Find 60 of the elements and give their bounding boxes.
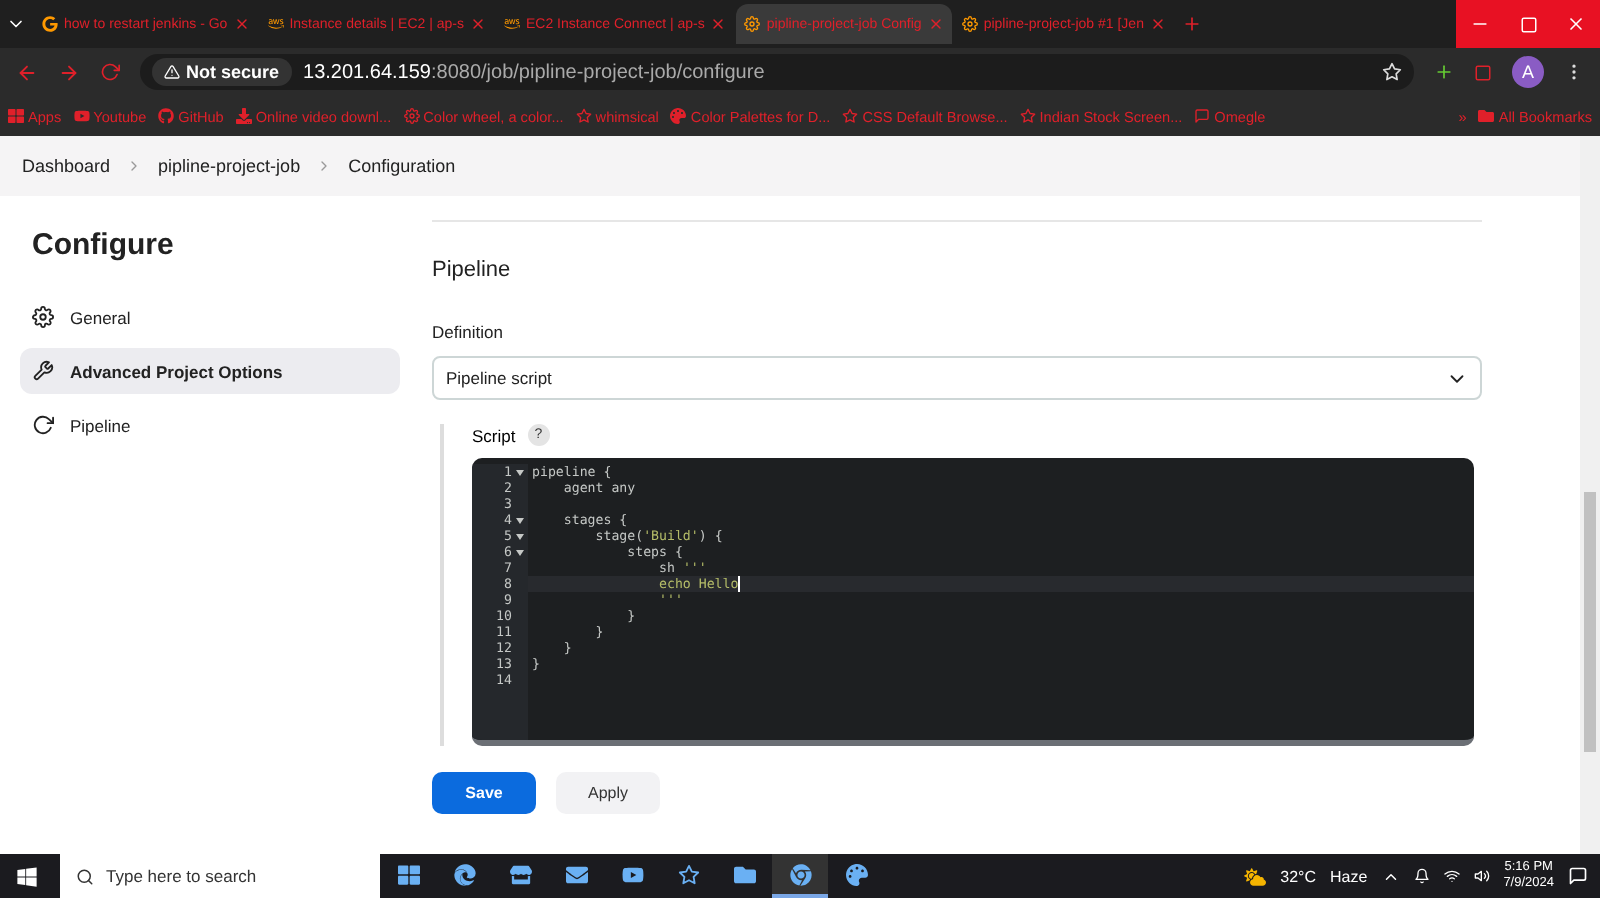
- reload-icon[interactable]: [100, 62, 120, 82]
- restore-icon: [1519, 15, 1537, 33]
- weather-text: Haze: [1330, 867, 1368, 885]
- volume-icon[interactable]: [1473, 868, 1490, 884]
- address-bar[interactable]: Not secure 13.201.64.159:8080/job/pipline-project-job/configure: [140, 54, 1414, 90]
- new-tab-icon[interactable]: [1181, 14, 1202, 34]
- field-label: Script: [472, 425, 516, 445]
- fold-arrow-icon[interactable]: [516, 469, 524, 475]
- warning-icon: [164, 64, 180, 80]
- wifi-icon[interactable]: [1443, 868, 1460, 884]
- close-icon[interactable]: [1149, 16, 1166, 32]
- play-icon: [73, 108, 90, 124]
- temperature-text: 32°C: [1280, 867, 1316, 885]
- fold-arrow-icon[interactable]: [516, 517, 524, 523]
- close-icon: [1566, 14, 1586, 34]
- star-icon: [1019, 108, 1036, 124]
- sidebar-item[interactable]: Pipeline: [20, 402, 400, 448]
- field-label: Definition: [432, 322, 505, 342]
- profile-avatar[interactable]: A: [1512, 56, 1544, 88]
- breadcrumb-link[interactable]: Configuration: [348, 156, 456, 176]
- url-text: 13.201.64.159:8080/job/pipline-project-job/configure: [303, 61, 765, 83]
- fold-arrow-icon[interactable]: [516, 549, 524, 555]
- fold-arrow-icon[interactable]: [516, 533, 524, 539]
- back-icon[interactable]: [16, 61, 38, 83]
- definition-select[interactable]: Pipeline script: [432, 356, 1482, 400]
- sidebar-title: Configure: [32, 228, 176, 262]
- search-icon: [76, 867, 94, 885]
- apps-grid-icon: [8, 108, 24, 124]
- notification-icon[interactable]: [1413, 868, 1430, 884]
- chrome-icon[interactable]: [772, 854, 828, 898]
- extension-icon[interactable]: [1434, 62, 1454, 82]
- close-icon[interactable]: [470, 16, 486, 32]
- security-text: Not secure: [186, 62, 280, 82]
- weather-icon: [1244, 865, 1267, 887]
- download-icon: [235, 108, 252, 124]
- breadcrumb-link[interactable]: Dashboard: [22, 156, 111, 176]
- breadcrumb-link[interactable]: pipline-project-job: [158, 156, 301, 176]
- palette-icon: [670, 108, 687, 124]
- apply-button[interactable]: Apply: [556, 772, 660, 814]
- sidebar-item[interactable]: General: [20, 294, 400, 340]
- octocat-icon: [158, 108, 175, 124]
- star-icon: [575, 108, 592, 124]
- sidebar-item[interactable]: Advanced Project Options: [20, 348, 400, 394]
- close-icon[interactable]: [233, 16, 250, 32]
- chat-icon: [1194, 108, 1211, 124]
- folder-icon: [1478, 108, 1495, 124]
- wrench-icon: [32, 360, 54, 382]
- close-icon[interactable]: [710, 16, 727, 32]
- scrollbar[interactable]: [1580, 136, 1600, 854]
- section-title: Pipeline: [432, 258, 513, 282]
- chat-icon[interactable]: [1568, 866, 1588, 886]
- save-button[interactable]: Save: [432, 772, 536, 814]
- forward-icon[interactable]: [58, 61, 80, 83]
- settings-icon: [32, 306, 54, 328]
- security-chip[interactable]: Not secure: [152, 58, 292, 86]
- bookmark-star-icon[interactable]: [1382, 62, 1402, 82]
- g-logo-icon: [42, 16, 58, 32]
- extension-icon[interactable]: [1474, 63, 1492, 81]
- taskbar-search-field[interactable]: Type here to search: [60, 854, 380, 898]
- star-icon: [842, 108, 859, 124]
